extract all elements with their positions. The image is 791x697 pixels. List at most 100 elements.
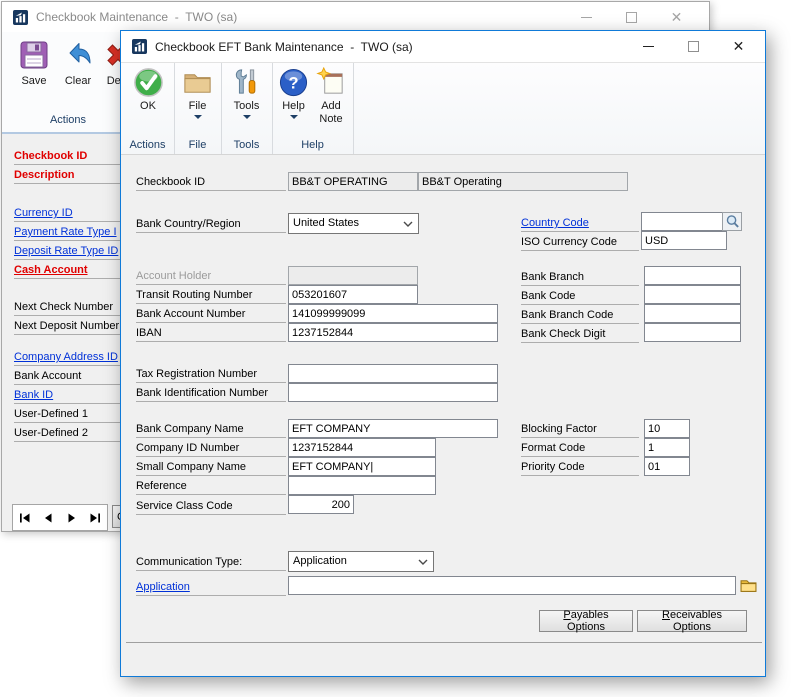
application-label[interactable]: Application	[136, 578, 286, 596]
status-bar-divider	[126, 642, 762, 643]
small-company-name-field[interactable]	[288, 457, 436, 476]
bg-window-title: Checkbook Maintenance - TWO (sa)	[36, 10, 237, 24]
toolbar-group-tools-label: Tools	[221, 139, 272, 151]
gp-app-icon	[13, 10, 28, 25]
toolbar-group-file: File File	[174, 63, 222, 154]
checkbook-id-label: Checkbook ID	[136, 173, 286, 191]
eft-minimize-button[interactable]	[626, 31, 671, 62]
toolbar-group-tools: Tools Tools	[221, 63, 273, 154]
help-label: Help	[282, 100, 305, 113]
account-holder-field	[288, 266, 418, 285]
chevron-down-icon	[194, 115, 202, 119]
bank-company-name-field[interactable]	[288, 419, 498, 438]
checkbook-eft-bank-maintenance-window: Checkbook EFT Bank Maintenance - TWO (sa…	[120, 30, 766, 677]
application-browse-button[interactable]	[739, 576, 758, 595]
record-nav-panel	[12, 504, 108, 531]
bg-titlebar[interactable]: Checkbook Maintenance - TWO (sa) ✕	[2, 2, 709, 32]
help-question-icon: ?	[278, 67, 309, 98]
bg-window-controls: ✕	[564, 2, 699, 32]
bank-code-field[interactable]	[644, 285, 741, 304]
priority-code-label: Priority Code	[521, 458, 639, 476]
tools-menu-button[interactable]: Tools	[226, 67, 267, 119]
communication-type-dropdown[interactable]: Application	[288, 551, 434, 572]
tax-registration-field[interactable]	[288, 364, 498, 383]
save-floppy-icon	[17, 38, 51, 72]
bank-identification-label: Bank Identification Number	[136, 384, 286, 402]
bg-prompt-next-deposit-number: Next Deposit Number	[14, 317, 120, 335]
iban-field[interactable]	[288, 323, 498, 342]
service-class-code-label: Service Class Code	[136, 497, 286, 515]
tools-label: Tools	[234, 100, 260, 113]
clear-label: Clear	[65, 75, 91, 87]
bank-branch-field[interactable]	[644, 266, 741, 285]
lookup-magnifier-icon	[725, 214, 740, 229]
bank-branch-code-label: Bank Branch Code	[521, 306, 639, 324]
help-menu-button[interactable]: ? Help	[275, 67, 312, 119]
bg-prompt-deposit-rate-type[interactable]: Deposit Rate Type ID	[14, 242, 120, 260]
nav-last-button[interactable]	[86, 509, 104, 526]
bank-country-dropdown[interactable]: United States	[288, 213, 419, 234]
company-id-number-field[interactable]	[288, 438, 436, 457]
iso-currency-field[interactable]	[641, 231, 727, 250]
browse-folder-icon	[740, 577, 757, 594]
bank-identification-field[interactable]	[288, 383, 498, 402]
chevron-down-icon	[243, 115, 251, 119]
priority-code-field[interactable]	[644, 457, 690, 476]
format-code-field[interactable]	[644, 438, 690, 457]
iban-label: IBAN	[136, 324, 286, 342]
ok-check-icon	[133, 67, 164, 98]
bank-check-digit-field[interactable]	[644, 323, 741, 342]
bg-prompt-user-defined-1: User-Defined 1	[14, 405, 120, 423]
add-note-button[interactable]: Add Note	[312, 67, 350, 126]
bg-prompt-currency-id[interactable]: Currency ID	[14, 204, 120, 222]
bank-account-number-label: Bank Account Number	[136, 305, 286, 323]
transit-routing-field[interactable]	[288, 285, 418, 304]
bg-prompt-cash-account[interactable]: Cash Account	[14, 261, 120, 279]
eft-close-button[interactable]: ✕	[716, 31, 761, 62]
blocking-factor-field[interactable]	[644, 419, 690, 438]
ok-button[interactable]: OK	[128, 67, 168, 113]
service-class-code-field[interactable]	[288, 495, 354, 514]
file-menu-button[interactable]: File	[178, 67, 217, 119]
payables-options-button[interactable]: Payables Options	[539, 610, 633, 632]
eft-maximize-button[interactable]	[671, 31, 716, 62]
bg-prompt-payment-rate-type[interactable]: Payment Rate Type I	[14, 223, 120, 241]
bg-close-button[interactable]: ✕	[654, 2, 699, 32]
bg-maximize-button[interactable]	[609, 2, 654, 32]
bg-prompt-user-defined-2: User-Defined 2	[14, 424, 120, 442]
nav-next-button[interactable]	[63, 509, 81, 526]
bg-toolbar-group-actions: Actions	[2, 114, 134, 126]
ok-label: OK	[140, 100, 156, 113]
communication-type-label: Communication Type:	[136, 553, 286, 571]
chevron-down-icon	[290, 115, 298, 119]
eft-titlebar[interactable]: Checkbook EFT Bank Maintenance - TWO (sa…	[121, 31, 765, 63]
toolbar-group-help-label: Help	[272, 139, 353, 151]
country-code-label[interactable]: Country Code	[521, 214, 639, 232]
nav-first-button[interactable]	[16, 509, 34, 526]
bank-code-label: Bank Code	[521, 287, 639, 305]
bank-check-digit-label: Bank Check Digit	[521, 325, 639, 343]
bg-minimize-button[interactable]	[564, 2, 609, 32]
reference-label: Reference	[136, 477, 286, 495]
application-path-field[interactable]	[288, 576, 736, 595]
bank-branch-label: Bank Branch	[521, 268, 639, 286]
eft-window-title: Checkbook EFT Bank Maintenance - TWO (sa…	[155, 40, 413, 54]
country-code-field[interactable]	[641, 212, 723, 231]
bank-branch-code-field[interactable]	[644, 304, 741, 323]
add-note-label: Add Note	[312, 100, 350, 126]
clear-button[interactable]: Clear	[58, 38, 98, 87]
format-code-label: Format Code	[521, 439, 639, 457]
chevron-down-icon	[403, 221, 413, 227]
bg-prompt-description: Description	[14, 166, 120, 184]
checkbook-id-field	[288, 172, 418, 191]
bg-prompt-bank-id[interactable]: Bank ID	[14, 386, 120, 404]
receivables-options-button[interactable]: Receivables Options	[637, 610, 747, 632]
country-code-lookup-button[interactable]	[722, 212, 742, 231]
reference-field[interactable]	[288, 476, 436, 495]
nav-prev-button[interactable]	[39, 509, 57, 526]
bank-account-number-field[interactable]	[288, 304, 498, 323]
toolbar-group-actions: OK Actions	[121, 63, 175, 154]
save-button[interactable]: Save	[12, 38, 56, 87]
bg-prompt-company-address-id[interactable]: Company Address ID	[14, 348, 120, 366]
checkbook-description-field	[418, 172, 628, 191]
